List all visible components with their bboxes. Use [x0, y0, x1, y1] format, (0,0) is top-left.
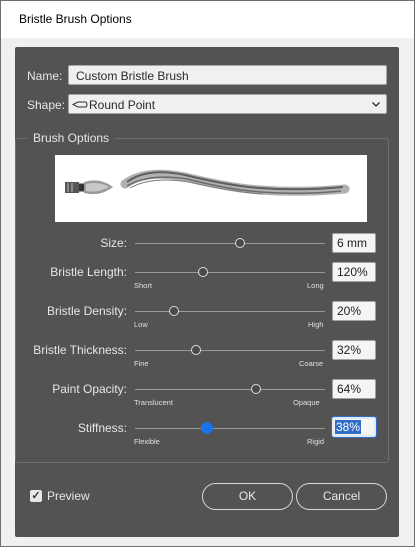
bristle-length-value-field[interactable]: 120%	[332, 262, 376, 282]
bristle-density-max-label: High	[308, 320, 324, 329]
size-value: 6 mm	[337, 236, 367, 250]
ok-button[interactable]: OK	[202, 483, 293, 510]
stiffness-label: Stiffness:	[77, 421, 127, 435]
brush-options-title: Brush Options	[27, 131, 116, 145]
bristle-length-slider-track[interactable]	[135, 272, 325, 273]
bristle-density-value-field[interactable]: 20%	[332, 301, 376, 321]
bristle-thickness-max-label: Coarse	[299, 359, 324, 368]
stiffness-min-label: Flexible	[134, 437, 160, 446]
paint-opacity-slider-track[interactable]	[135, 389, 325, 390]
bristle-density-value: 20%	[337, 304, 362, 318]
stiffness-slider-track[interactable]	[135, 428, 325, 429]
title-bar[interactable]: Bristle Brush Options	[1, 1, 414, 38]
bristle-thickness-min-label: Fine	[134, 359, 149, 368]
round-point-brush-icon	[72, 101, 88, 108]
name-input[interactable]: Custom Bristle Brush	[68, 65, 387, 85]
preview-label[interactable]: Preview	[47, 489, 90, 503]
paint-opacity-slider-handle[interactable]	[251, 384, 261, 394]
paint-opacity-value: 64%	[337, 382, 362, 396]
bristle-brush-options-window: Bristle Brush Options Name: Custom Brist…	[0, 0, 415, 547]
brush-preview	[55, 155, 367, 222]
bristle-thickness-value-field[interactable]: 32%	[332, 340, 376, 360]
bristle-thickness-slider-handle[interactable]	[191, 345, 201, 355]
bristle-length-slider-handle[interactable]	[198, 267, 208, 277]
bristle-length-min-label: Short	[134, 281, 152, 290]
shape-dropdown[interactable]: Round Point	[68, 94, 387, 114]
window-title: Bristle Brush Options	[19, 12, 132, 26]
stiffness-slider-handle[interactable]	[201, 422, 213, 434]
paint-opacity-max-label: Opaque	[293, 398, 320, 407]
stiffness-max-label: Rigid	[307, 437, 325, 446]
brush-stroke-preview-image	[65, 169, 350, 196]
bristle-density-slider-track[interactable]	[135, 311, 325, 312]
stiffness-value-field[interactable]: 38%	[331, 416, 377, 438]
paint-opacity-value-field[interactable]: 64%	[332, 379, 376, 399]
bristle-length-label: Bristle Length:	[50, 265, 127, 279]
shape-label: Shape:	[27, 98, 66, 112]
bristle-thickness-label: Bristle Thickness:	[33, 343, 127, 357]
preview-checkbox[interactable]: ✓	[30, 490, 42, 502]
cancel-button[interactable]: Cancel	[296, 483, 387, 510]
size-slider-handle[interactable]	[235, 238, 245, 248]
bristle-density-slider-handle[interactable]	[169, 306, 179, 316]
name-value: Custom Bristle Brush	[76, 69, 189, 83]
checkmark-icon: ✓	[31, 490, 41, 502]
size-value-field[interactable]: 6 mm	[332, 233, 376, 253]
paint-opacity-min-label: Translucent	[134, 398, 173, 407]
bristle-length-max-label: Long	[307, 281, 324, 290]
paint-opacity-label: Paint Opacity:	[52, 382, 127, 396]
size-slider-track[interactable]	[135, 243, 325, 244]
bristle-density-label: Bristle Density:	[46, 304, 127, 318]
chevron-down-icon	[372, 102, 380, 107]
bristle-thickness-value: 32%	[337, 343, 362, 357]
size-label: Size:	[100, 236, 127, 250]
name-label: Name:	[27, 69, 63, 83]
bristle-length-value: 120%	[337, 265, 368, 279]
bristle-density-min-label: Low	[134, 320, 148, 329]
shape-value: Round Point	[89, 98, 156, 112]
stiffness-value: 38%	[335, 420, 362, 434]
bristle-thickness-slider-track[interactable]	[135, 350, 325, 351]
